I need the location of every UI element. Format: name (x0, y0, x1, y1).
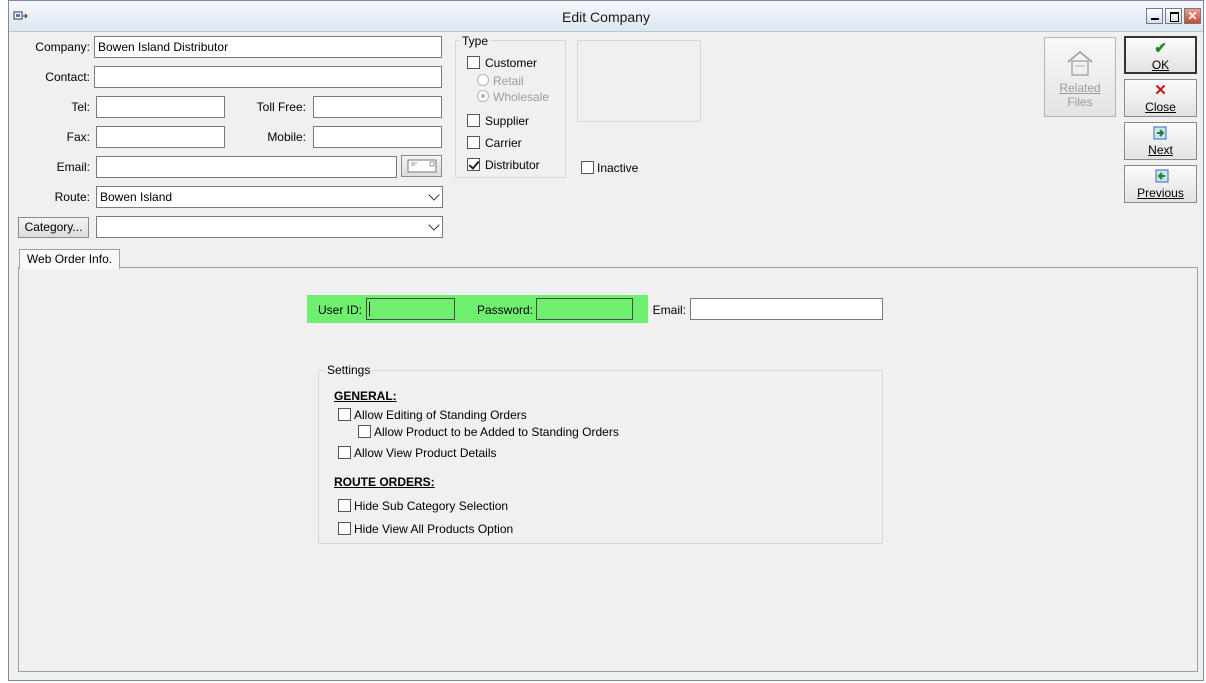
next-label: Next (1148, 143, 1173, 157)
carrier-checkbox[interactable] (467, 136, 480, 149)
previous-icon (1125, 168, 1196, 186)
route-orders-header: ROUTE ORDERS: (334, 475, 435, 489)
related-files-label-1: Related (1059, 81, 1101, 95)
distributor-label: Distributor (485, 158, 540, 172)
tel-label: Tel: (71, 100, 90, 114)
close-window-button[interactable]: ✕ (1184, 8, 1201, 24)
web-email-label: Email: (652, 303, 686, 317)
category-button[interactable]: Category... (18, 217, 89, 238)
envelope-icon (407, 159, 436, 173)
category-select[interactable] (96, 216, 443, 238)
retail-label: Retail (493, 74, 524, 88)
tab-web-order-info[interactable]: Web Order Info. (19, 249, 120, 269)
user-id-label: User ID: (317, 303, 362, 317)
hide-view-all-label: Hide View All Products Option (354, 522, 514, 536)
ok-label: OK (1151, 58, 1170, 72)
minimize-icon (1151, 18, 1159, 20)
route-select[interactable]: Bowen Island (96, 186, 443, 208)
ok-button[interactable]: ✔ OK (1124, 36, 1197, 74)
inactive-label: Inactive (597, 161, 639, 175)
next-button[interactable]: Next (1124, 122, 1197, 160)
settings-title: Settings (325, 363, 373, 377)
carrier-label: Carrier (485, 136, 522, 150)
text-cursor (369, 302, 370, 316)
hide-sub-category-label: Hide Sub Category Selection (354, 499, 509, 513)
logo-image-box[interactable] (577, 40, 701, 122)
chevron-down-icon (428, 219, 440, 231)
maximize-icon (1170, 12, 1179, 22)
desktop-edge (0, 0, 8, 683)
checkmark-icon: ✔ (1154, 40, 1167, 57)
customer-checkbox[interactable] (467, 56, 480, 69)
retail-radio (477, 74, 489, 86)
hide-sub-category-checkbox[interactable] (338, 499, 351, 512)
wholesale-label: Wholesale (493, 90, 550, 104)
maximize-button[interactable] (1165, 8, 1182, 24)
previous-button[interactable]: Previous (1124, 165, 1197, 203)
send-email-button[interactable] (401, 155, 442, 177)
folder-house-icon (1067, 51, 1093, 76)
allow-editing-standing-label: Allow Editing of Standing Orders (354, 408, 527, 422)
mobile-field[interactable] (313, 126, 442, 148)
close-button[interactable]: ✕ Close (1124, 79, 1197, 117)
allow-product-added-label: Allow Product to be Added to Standing Or… (374, 425, 619, 439)
type-group-title: Type (460, 34, 491, 48)
email-label: Email: (56, 160, 90, 174)
fax-field[interactable] (96, 126, 225, 148)
minimize-button[interactable] (1146, 8, 1163, 24)
allow-view-details-checkbox[interactable] (338, 446, 351, 459)
contact-field[interactable] (94, 66, 442, 88)
password-field[interactable] (536, 298, 633, 320)
mobile-label: Mobile: (267, 130, 306, 144)
close-label: Close (1145, 100, 1176, 114)
tel-field[interactable] (96, 96, 225, 118)
hide-view-all-checkbox[interactable] (338, 522, 351, 535)
company-label: Company: (35, 40, 90, 54)
next-icon (1125, 125, 1196, 143)
related-files-button[interactable]: Related Files (1044, 37, 1116, 117)
distributor-checkbox[interactable] (467, 158, 480, 171)
checkmark-icon (468, 158, 480, 170)
email-field[interactable] (96, 156, 397, 178)
window-title: Edit Company (562, 9, 650, 25)
title-bar[interactable]: Edit Company ✕ (9, 1, 1203, 32)
web-email-field[interactable] (690, 298, 883, 320)
close-icon: ✕ (1187, 9, 1198, 23)
fax-label: Fax: (66, 130, 90, 144)
wholesale-radio (477, 90, 489, 102)
company-field[interactable]: Bowen Island Distributor (94, 36, 442, 58)
route-label: Route: (54, 190, 90, 204)
toll-free-label: Toll Free: (256, 100, 306, 114)
contact-label: Contact: (45, 70, 90, 84)
supplier-label: Supplier (485, 114, 530, 128)
user-id-field[interactable] (366, 298, 455, 320)
related-files-label-2: Files (1067, 95, 1093, 109)
allow-view-details-label: Allow View Product Details (354, 446, 497, 460)
customer-label: Customer (485, 56, 538, 70)
route-select-value: Bowen Island (100, 190, 173, 204)
allow-product-added-checkbox[interactable] (358, 425, 371, 438)
chevron-down-icon (428, 189, 440, 201)
allow-editing-standing-checkbox[interactable] (338, 408, 351, 421)
supplier-checkbox[interactable] (467, 114, 480, 127)
general-header: GENERAL: (334, 389, 397, 403)
password-label: Password: (476, 303, 533, 317)
previous-label: Previous (1137, 186, 1184, 200)
inactive-checkbox[interactable] (581, 161, 594, 174)
close-icon: ✕ (1154, 82, 1167, 99)
toll-free-field[interactable] (313, 96, 442, 118)
